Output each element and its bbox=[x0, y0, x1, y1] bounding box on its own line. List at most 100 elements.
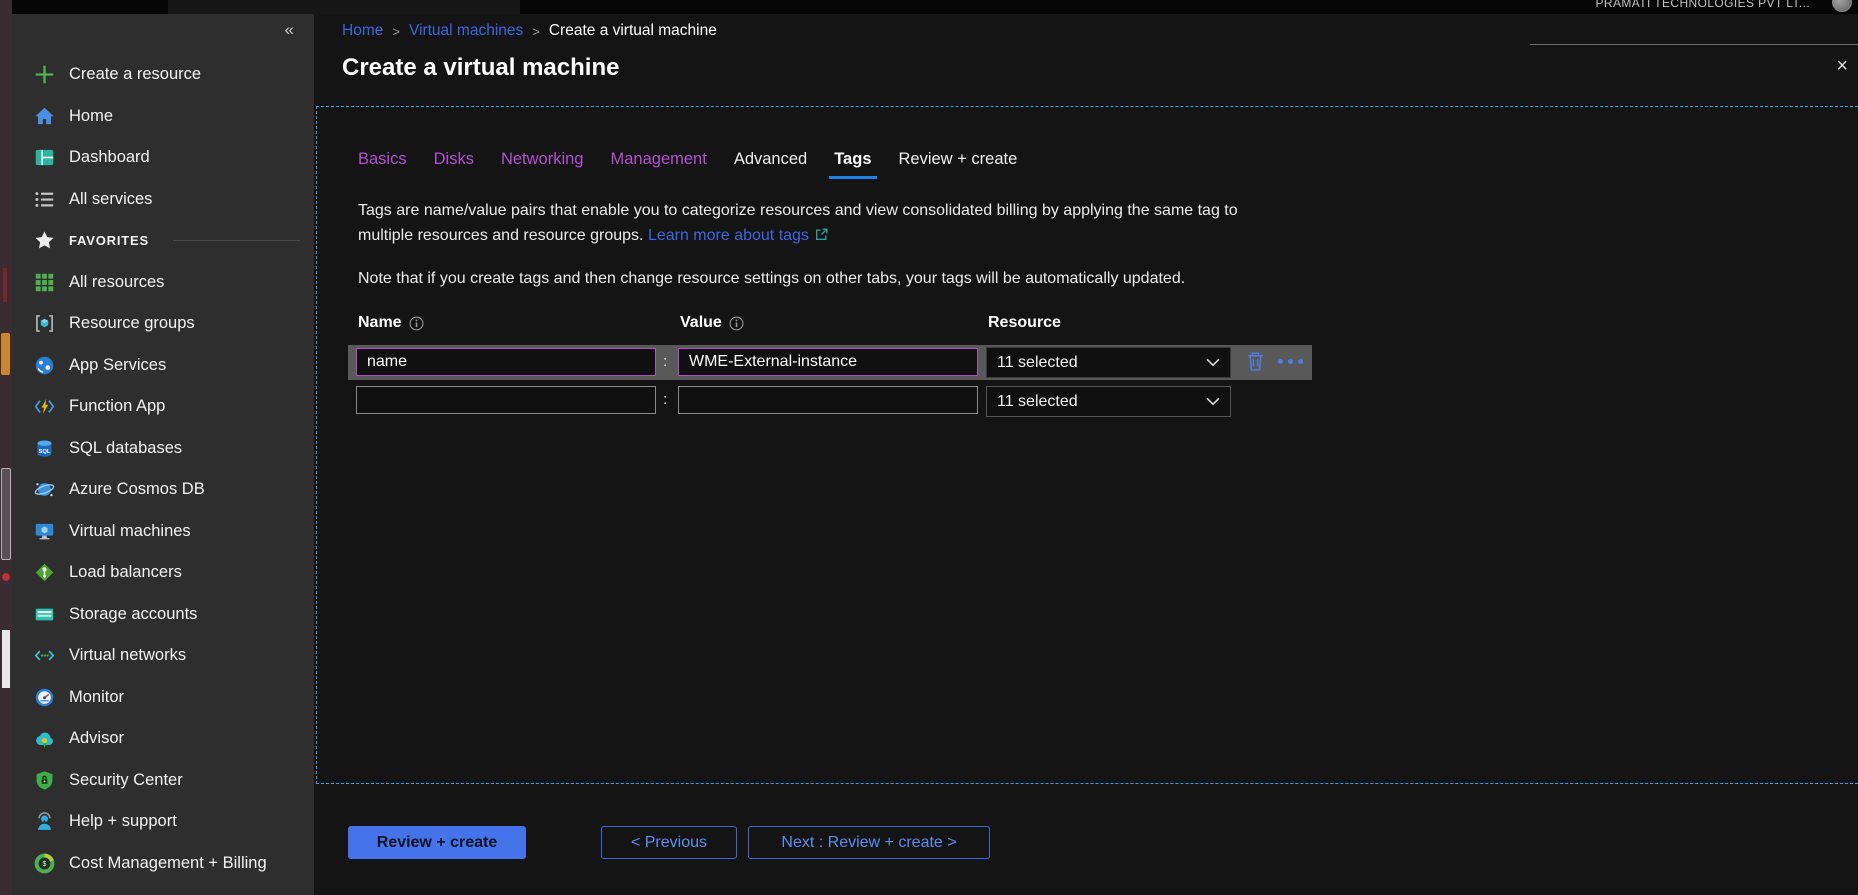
sidebar-item-monitor[interactable]: Monitor bbox=[12, 677, 314, 719]
sidebar-item-label: Home bbox=[69, 107, 113, 126]
tenant-name: PRAMATI TECHNOLOGIES PVT LT... bbox=[1596, 0, 1811, 10]
sidebar-section-favorites: FAVORITES bbox=[12, 220, 314, 262]
page-title: Create a virtual machine bbox=[342, 54, 619, 82]
sidebar-item-label: All resources bbox=[69, 273, 164, 292]
sidebar-item-label: Help + support bbox=[69, 812, 177, 831]
breadcrumb-current: Create a virtual machine bbox=[549, 22, 717, 40]
strip-decoration bbox=[2, 630, 10, 688]
info-icon[interactable] bbox=[409, 316, 424, 331]
sql-databases-icon: SQL bbox=[34, 438, 55, 459]
sidebar-item-sql-databases[interactable]: SQL SQL databases bbox=[12, 428, 314, 470]
star-icon bbox=[34, 230, 55, 251]
sidebar-section-label: FAVORITES bbox=[69, 233, 149, 248]
cost-management-icon: $ bbox=[34, 853, 55, 874]
plus-icon bbox=[34, 64, 55, 85]
sidebar-item-label: Monitor bbox=[69, 688, 124, 707]
sidebar-menu: Create a resource Home Dashboard All ser… bbox=[12, 54, 314, 884]
tab-disks[interactable]: Disks bbox=[434, 150, 474, 169]
tab-tags[interactable]: Tags bbox=[834, 150, 871, 169]
breadcrumb-separator: > bbox=[392, 24, 400, 39]
sidebar-item-cost-management-billing[interactable]: $ Cost Management + Billing bbox=[12, 843, 314, 885]
resource-dropdown[interactable]: 11 selected bbox=[986, 386, 1231, 417]
strip-decoration bbox=[3, 268, 7, 302]
advisor-icon bbox=[34, 728, 55, 749]
strip-decoration bbox=[1, 333, 10, 375]
sidebar-item-label: All services bbox=[69, 190, 152, 209]
breadcrumb: Home > Virtual machines > Create a virtu… bbox=[342, 22, 717, 40]
sidebar-item-app-services[interactable]: App Services bbox=[12, 345, 314, 387]
resource-dropdown[interactable]: 11 selected bbox=[986, 347, 1231, 378]
sidebar-item-storage-accounts[interactable]: Storage accounts bbox=[12, 594, 314, 636]
tags-description-line1: Tags are name/value pairs that enable yo… bbox=[358, 198, 1238, 223]
breadcrumb-virtual-machines[interactable]: Virtual machines bbox=[409, 22, 523, 40]
sidebar-item-label: Storage accounts bbox=[69, 605, 197, 624]
security-center-icon bbox=[34, 770, 55, 791]
previous-button[interactable]: < Previous bbox=[601, 826, 737, 859]
storage-accounts-icon bbox=[34, 604, 55, 625]
dashboard-icon bbox=[34, 147, 55, 168]
top-bar: PRAMATI TECHNOLOGIES PVT LT... bbox=[12, 0, 1858, 14]
app-services-icon bbox=[34, 355, 55, 376]
close-icon[interactable]: × bbox=[1836, 56, 1848, 76]
tags-note: Note that if you create tags and then ch… bbox=[358, 270, 1185, 288]
external-link-icon bbox=[814, 225, 829, 250]
sidebar-item-label: Function App bbox=[69, 397, 165, 416]
tag-value-input-empty[interactable] bbox=[678, 386, 978, 414]
review-create-button[interactable]: Review + create bbox=[348, 826, 526, 859]
sidebar-item-label: Azure Cosmos DB bbox=[69, 480, 205, 499]
column-header-resource: Resource bbox=[988, 314, 1061, 332]
tab-networking[interactable]: Networking bbox=[501, 150, 584, 169]
sidebar-item-label: Cost Management + Billing bbox=[69, 854, 267, 873]
sidebar-item-all-services[interactable]: All services bbox=[12, 179, 314, 221]
tab-review-create[interactable]: Review + create bbox=[899, 150, 1018, 169]
section-divider bbox=[173, 240, 300, 241]
info-icon[interactable] bbox=[729, 316, 744, 331]
grid-icon bbox=[34, 272, 55, 293]
sidebar-item-home[interactable]: Home bbox=[12, 96, 314, 138]
sidebar-item-label: Virtual machines bbox=[69, 522, 191, 541]
sidebar-item-label: Advisor bbox=[69, 729, 124, 748]
next-button[interactable]: Next : Review + create > bbox=[748, 826, 990, 859]
sidebar-item-label: App Services bbox=[69, 356, 166, 375]
sidebar-item-help-support[interactable]: Help + support bbox=[12, 801, 314, 843]
virtual-machines-icon bbox=[34, 521, 55, 542]
sidebar-item-dashboard[interactable]: Dashboard bbox=[12, 137, 314, 179]
topbar-segment bbox=[168, 0, 520, 14]
desktop-edge-strip bbox=[0, 0, 12, 895]
learn-more-link[interactable]: Learn more about tags bbox=[648, 227, 809, 244]
sidebar-item-advisor[interactable]: Advisor bbox=[12, 718, 314, 760]
column-header-value: Value bbox=[680, 314, 744, 332]
tag-name-input-empty[interactable] bbox=[356, 386, 656, 414]
sidebar-item-virtual-machines[interactable]: Virtual machines bbox=[12, 511, 314, 553]
collapse-sidebar-button[interactable]: « bbox=[285, 20, 294, 40]
sidebar-item-resource-groups[interactable]: Resource groups bbox=[12, 303, 314, 345]
sidebar-item-load-balancers[interactable]: Load balancers bbox=[12, 552, 314, 594]
chevron-down-icon bbox=[1206, 354, 1220, 372]
sidebar-item-create-a-resource[interactable]: Create a resource bbox=[12, 54, 314, 96]
tags-description-line2: multiple resources and resource groups. … bbox=[358, 223, 1238, 250]
resource-dropdown-value: 11 selected bbox=[997, 393, 1078, 411]
sidebar-item-function-app[interactable]: Function App bbox=[12, 386, 314, 428]
delete-row-button[interactable] bbox=[1246, 350, 1265, 372]
tab-advanced[interactable]: Advanced bbox=[734, 150, 807, 169]
sidebar-item-azure-cosmos-db[interactable]: Azure Cosmos DB bbox=[12, 469, 314, 511]
more-options-button[interactable] bbox=[1278, 359, 1303, 364]
screen: PRAMATI TECHNOLOGIES PVT LT... « Create … bbox=[0, 0, 1858, 895]
tag-row: : 11 selected bbox=[348, 345, 1312, 380]
sidebar-item-security-center[interactable]: Security Center bbox=[12, 760, 314, 802]
tag-value-input[interactable] bbox=[678, 348, 978, 376]
sidebar-item-label: Dashboard bbox=[69, 148, 150, 167]
tab-bar: Basics Disks Networking Management Advan… bbox=[358, 150, 1017, 169]
sidebar-item-label: Create a resource bbox=[69, 65, 201, 84]
sidebar-item-label: Security Center bbox=[69, 771, 183, 790]
tag-name-input[interactable] bbox=[356, 348, 656, 376]
tab-management[interactable]: Management bbox=[611, 150, 707, 169]
sidebar-item-virtual-networks[interactable]: Virtual networks bbox=[12, 635, 314, 677]
sidebar-item-all-resources[interactable]: All resources bbox=[12, 262, 314, 304]
resource-dropdown-value: 11 selected bbox=[997, 354, 1078, 372]
user-avatar-icon[interactable] bbox=[1832, 0, 1852, 12]
svg-text:$: $ bbox=[43, 861, 47, 868]
breadcrumb-home[interactable]: Home bbox=[342, 22, 383, 40]
monitor-icon bbox=[34, 687, 55, 708]
tab-basics[interactable]: Basics bbox=[358, 150, 407, 169]
